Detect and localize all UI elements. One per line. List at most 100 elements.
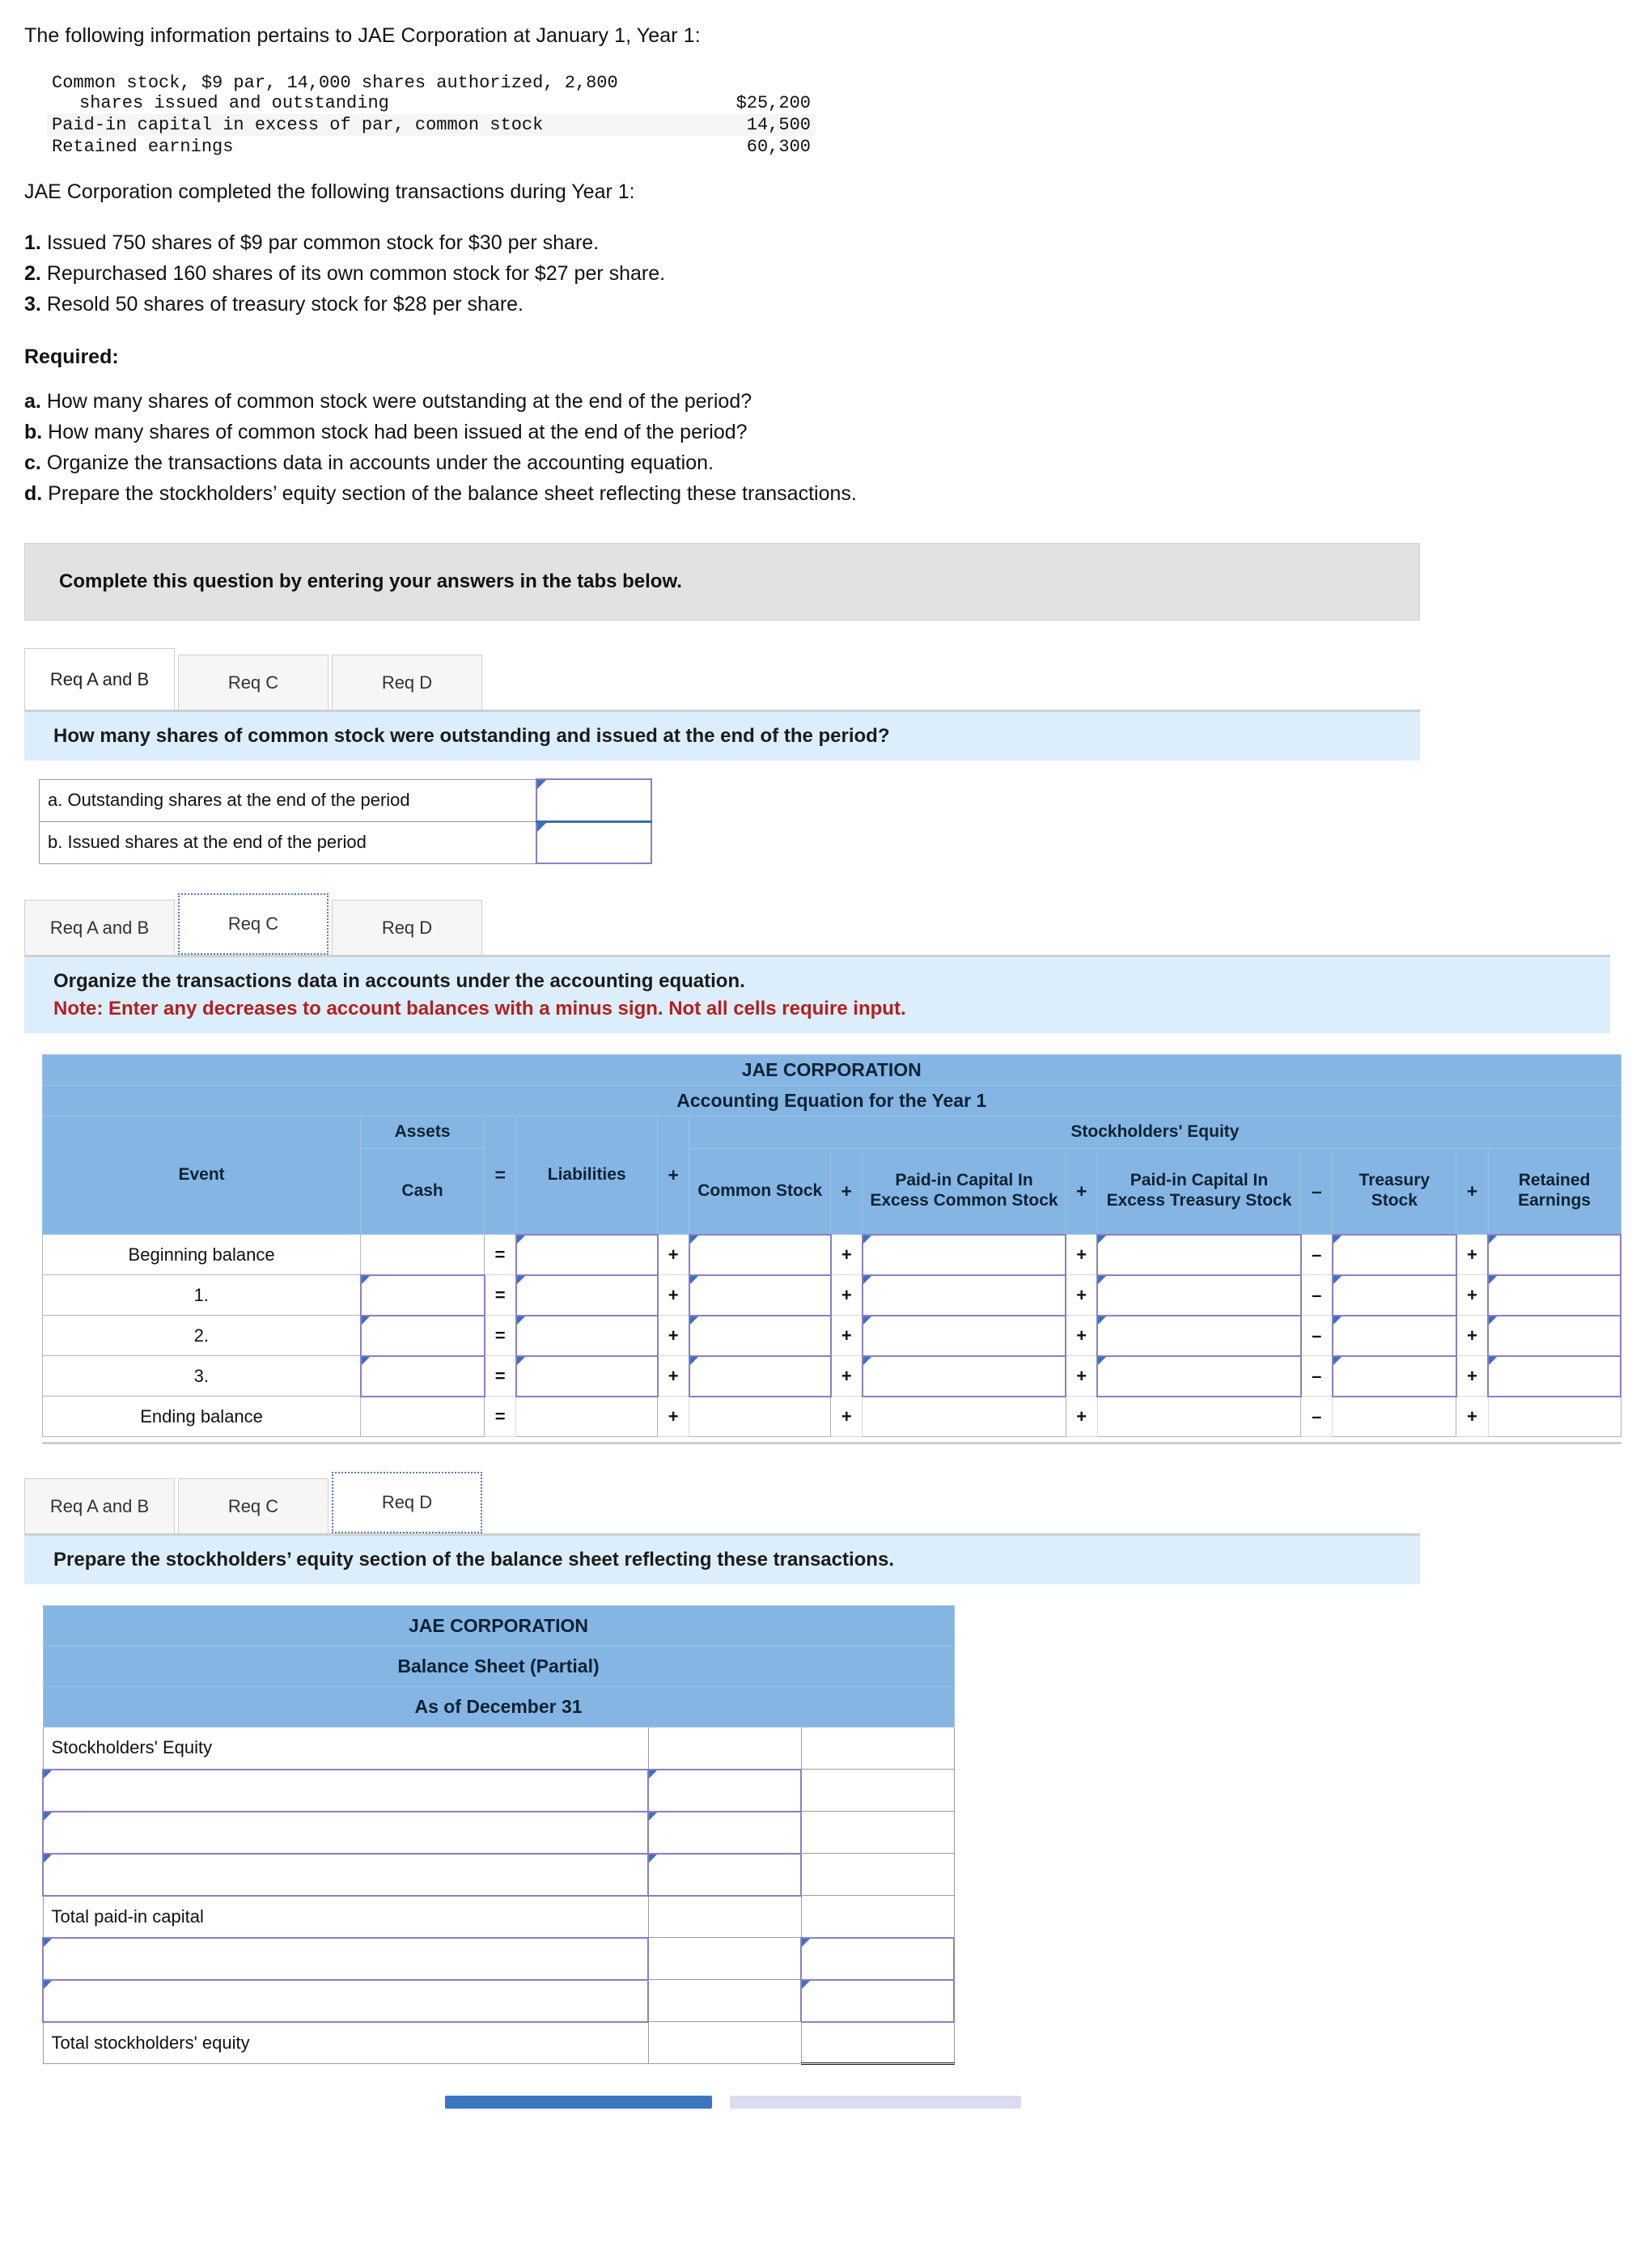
bs-amount-input[interactable] <box>649 1855 801 1894</box>
bs-amount-input[interactable] <box>649 1770 801 1810</box>
prev-button[interactable] <box>445 2096 712 2109</box>
bs-amount-input[interactable] <box>649 1812 801 1852</box>
eq-cash-cell[interactable] <box>359 1314 485 1357</box>
tab-req-c[interactable]: Req C <box>178 655 329 710</box>
eq-treasury-cell[interactable] <box>1331 1233 1457 1276</box>
eq-treasury-cell[interactable] <box>1331 1354 1457 1397</box>
bs-label-input[interactable] <box>44 1855 648 1894</box>
bs-label-cell[interactable] <box>41 1852 650 1897</box>
eq-treasury-input[interactable] <box>1333 1357 1456 1395</box>
tab-req-d[interactable]: Req D <box>332 900 482 955</box>
tab-req-d[interactable]: Req D <box>332 655 482 710</box>
eq-operator-plus: + <box>657 1116 690 1235</box>
eq-retained-cell[interactable] <box>1487 1314 1621 1357</box>
tab-label: Req C <box>227 672 279 693</box>
eq-picec-cell[interactable] <box>861 1233 1067 1276</box>
bs-total-input[interactable] <box>802 1981 953 2020</box>
bs-label-input[interactable] <box>44 1812 648 1852</box>
eq-common-stock-cell[interactable] <box>688 1274 832 1316</box>
eq-cash-input[interactable] <box>361 1236 485 1274</box>
eq-common-stock-input[interactable] <box>689 1236 830 1274</box>
eq-retained-cell[interactable] <box>1487 1233 1621 1276</box>
eq-picets-input[interactable] <box>1098 1316 1300 1354</box>
req-ab-issued-cell[interactable] <box>535 820 652 864</box>
req-ab-outstanding-cell[interactable] <box>535 778 652 822</box>
eq-retained-input[interactable] <box>1489 1276 1620 1314</box>
eq-event-label: 1. <box>41 1274 362 1316</box>
eq-picec-cell[interactable] <box>861 1314 1067 1357</box>
eq-liabilities-input[interactable] <box>516 1236 657 1274</box>
next-button[interactable] <box>730 2096 1021 2109</box>
eq-treasury-cell[interactable] <box>1331 1314 1457 1357</box>
eq-common-stock-input[interactable] <box>689 1357 830 1395</box>
bs-label-input[interactable] <box>44 1939 648 1978</box>
tab-req-a-and-b[interactable]: Req A and B <box>24 1478 175 1533</box>
facts-amount: $25,200 <box>735 93 811 113</box>
question-page: The following information pertains to JA… <box>0 0 1632 2109</box>
eq-cash-cell[interactable] <box>359 1274 485 1316</box>
tab-req-a-and-b[interactable]: Req A and B <box>24 648 175 710</box>
eq-common-stock-cell[interactable] <box>688 1233 832 1276</box>
bs-amount-cell[interactable] <box>647 1852 803 1897</box>
eq-liabilities-cell[interactable] <box>515 1233 659 1276</box>
eq-picec-input[interactable] <box>863 1316 1066 1354</box>
tab-req-c[interactable]: Req C <box>178 1478 329 1533</box>
tab-req-d[interactable]: Req D <box>332 1472 482 1533</box>
eq-liabilities-cell[interactable] <box>515 1354 659 1397</box>
bs-label-cell[interactable] <box>41 1810 650 1855</box>
bs-total-input[interactable] <box>802 1939 953 1978</box>
eq-common-stock-input[interactable] <box>689 1276 830 1314</box>
req-ab-issued-input[interactable] <box>536 822 651 863</box>
eq-picets-cell[interactable] <box>1096 1233 1302 1276</box>
eq-retained-input[interactable] <box>1489 1316 1620 1354</box>
tab-req-a-and-b[interactable]: Req A and B <box>24 900 175 955</box>
eq-retained-cell[interactable] <box>1487 1354 1621 1397</box>
eq-col-common-stock: Common Stock <box>689 1148 832 1235</box>
eq-operator-plus: + <box>1456 1315 1489 1356</box>
requirement-letter: c. <box>24 451 41 474</box>
bs-label-cell[interactable] <box>41 1978 650 2023</box>
eq-picec-input[interactable] <box>863 1236 1066 1274</box>
eq-treasury-input[interactable] <box>1333 1276 1456 1314</box>
eq-treasury-cell[interactable] <box>1331 1274 1457 1316</box>
bs-amount-cell[interactable] <box>647 1768 803 1812</box>
eq-picets-cell[interactable] <box>1096 1274 1302 1316</box>
eq-picets-cell[interactable] <box>1096 1314 1302 1357</box>
bs-label-cell[interactable] <box>41 1936 650 1981</box>
eq-cash-input[interactable] <box>361 1276 484 1314</box>
eq-liabilities-input[interactable] <box>516 1316 657 1354</box>
eq-common-stock-cell[interactable] <box>688 1354 832 1397</box>
eq-common-stock-input[interactable] <box>689 1316 830 1354</box>
eq-cash-input[interactable] <box>361 1316 484 1354</box>
eq-retained-input[interactable] <box>1489 1236 1620 1274</box>
eq-cash-cell[interactable] <box>360 1234 485 1275</box>
eq-cash-input[interactable] <box>361 1357 484 1395</box>
bs-label-input[interactable] <box>44 1770 648 1810</box>
bs-total-cell[interactable] <box>800 1936 955 1981</box>
eq-picec-cell[interactable] <box>861 1274 1067 1316</box>
bs-label-input[interactable] <box>44 1981 648 2020</box>
eq-retained-cell[interactable] <box>1487 1274 1621 1316</box>
tab-req-c[interactable]: Req C <box>178 893 329 955</box>
eq-picets-input[interactable] <box>1098 1357 1300 1395</box>
eq-picets-input[interactable] <box>1098 1276 1300 1314</box>
eq-cash-cell[interactable] <box>359 1354 485 1397</box>
eq-picec-input[interactable] <box>863 1357 1066 1395</box>
eq-common-stock-cell[interactable] <box>688 1314 832 1357</box>
eq-liabilities-cell[interactable] <box>515 1274 659 1316</box>
eq-liabilities-cell[interactable] <box>515 1314 659 1357</box>
bs-label-cell[interactable] <box>41 1768 650 1812</box>
eq-treasury-input[interactable] <box>1333 1236 1456 1274</box>
eq-picec-input[interactable] <box>863 1276 1066 1314</box>
eq-treasury-input[interactable] <box>1333 1316 1456 1354</box>
eq-retained-input[interactable] <box>1489 1357 1620 1395</box>
eq-liabilities-input[interactable] <box>516 1276 657 1314</box>
eq-liabilities-input[interactable] <box>516 1357 657 1395</box>
eq-picets-cell[interactable] <box>1096 1354 1302 1397</box>
eq-picets-input[interactable] <box>1098 1236 1300 1274</box>
eq-picec-cell[interactable] <box>861 1354 1067 1397</box>
bs-amount-cell[interactable] <box>647 1810 803 1855</box>
bs-total-cell[interactable] <box>800 1978 955 2023</box>
eq-operator-plus: + <box>830 1148 863 1235</box>
req-ab-outstanding-input[interactable] <box>536 780 651 820</box>
